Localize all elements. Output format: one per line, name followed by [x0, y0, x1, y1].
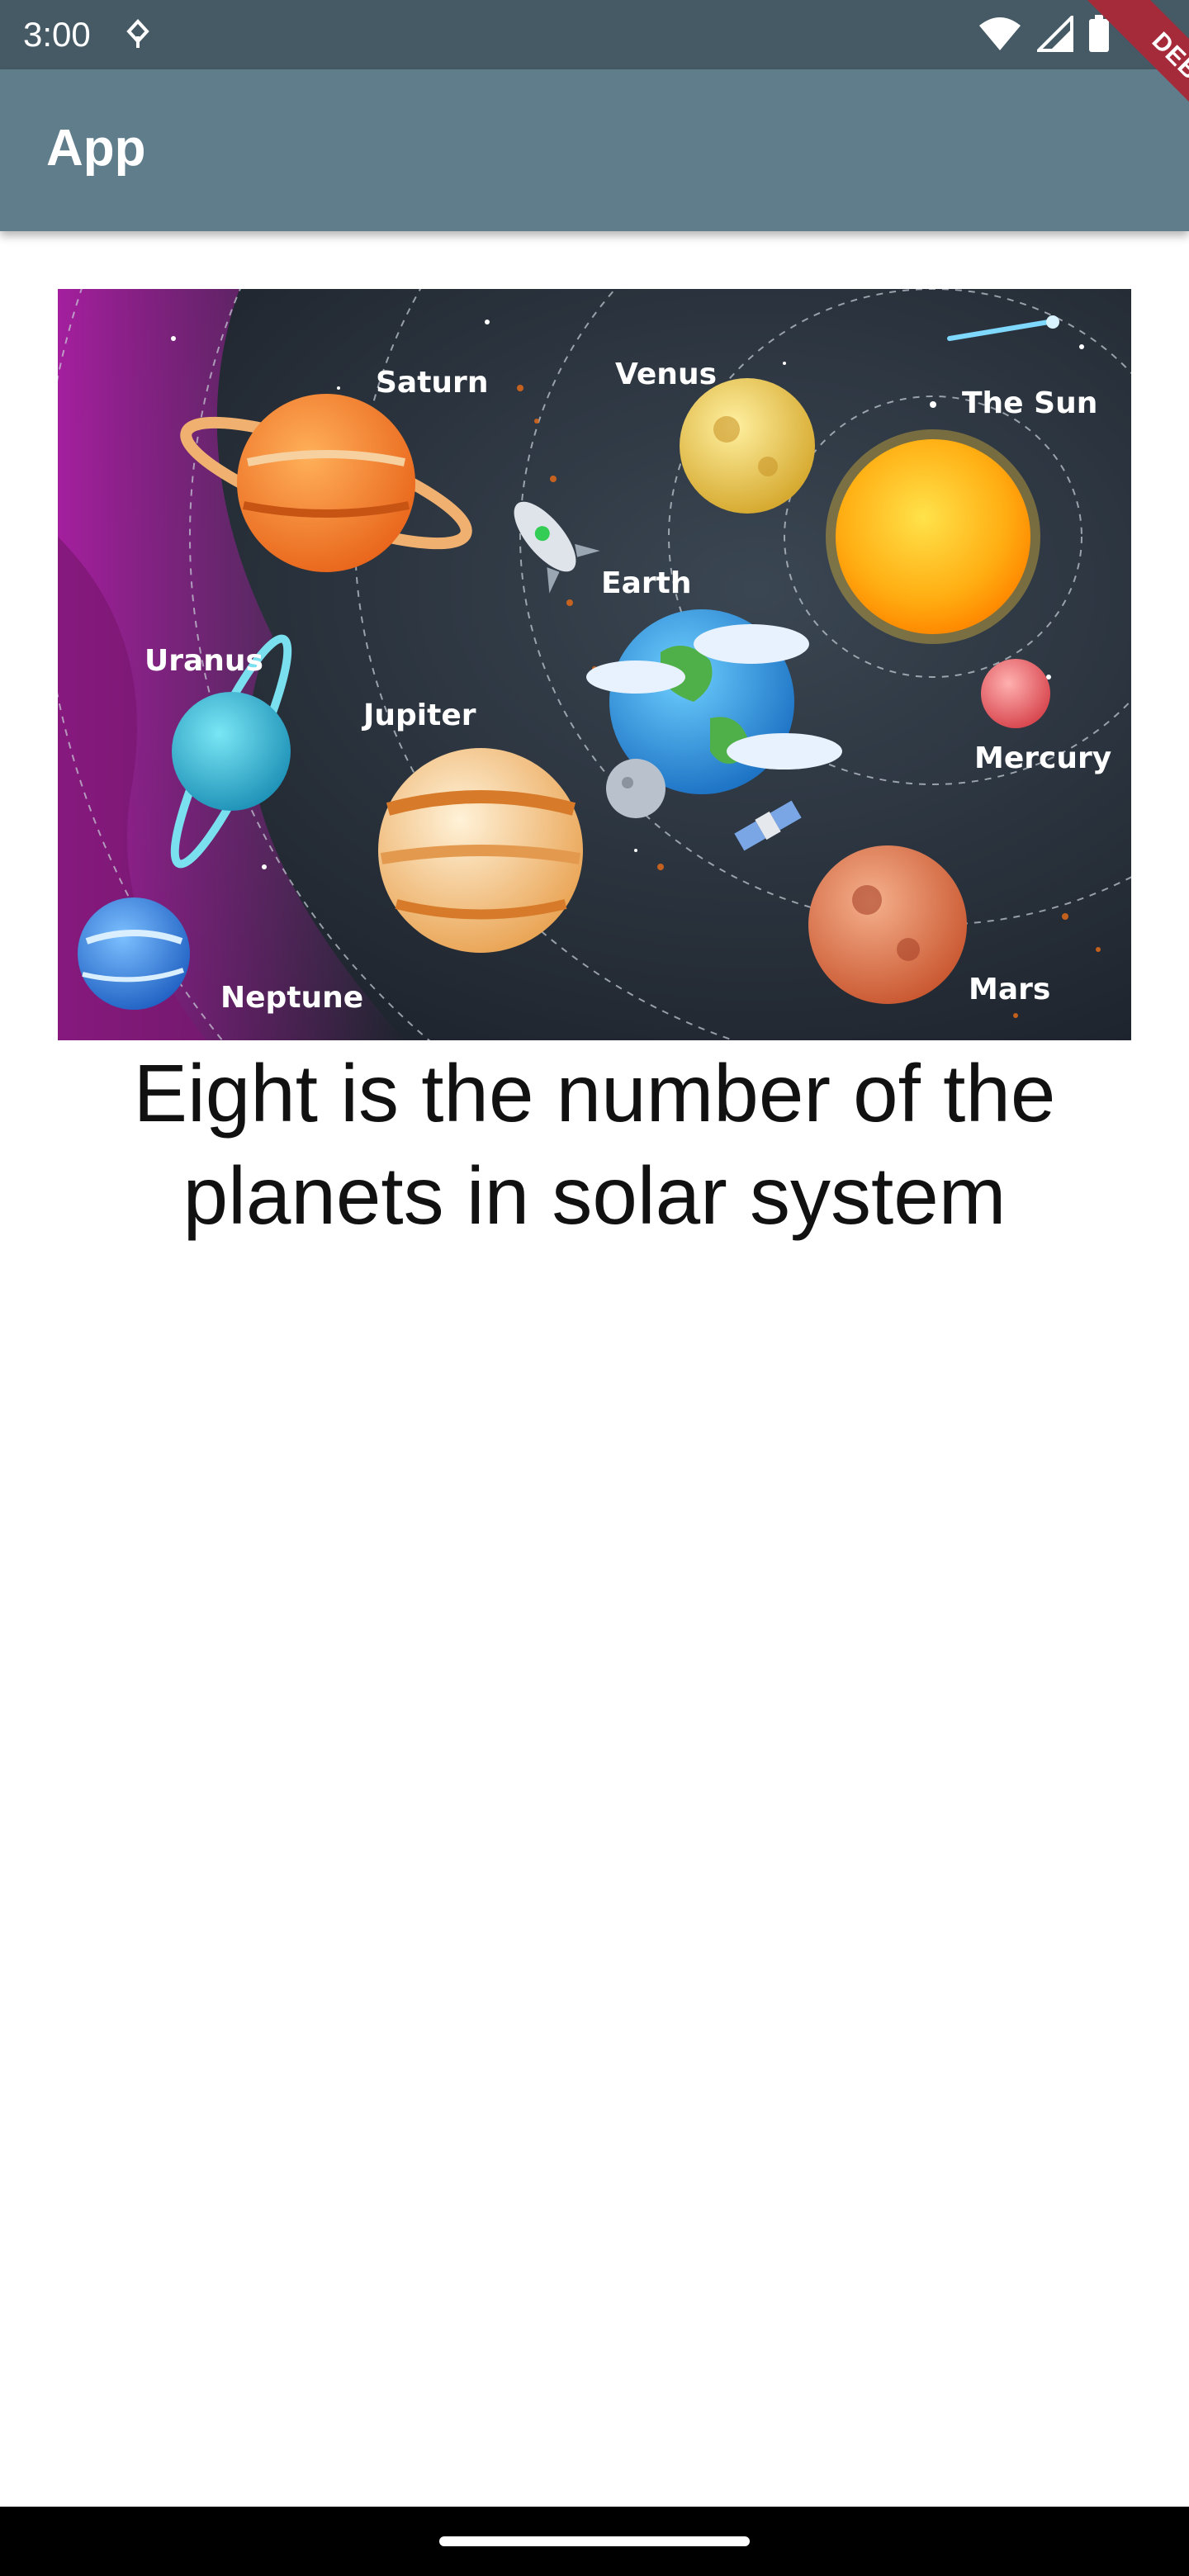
debug-ribbon-label: DEBUG [1068, 0, 1189, 182]
label-neptune: Neptune [220, 981, 363, 1015]
label-earth: Earth [601, 566, 691, 600]
label-sun: The Sun [962, 386, 1097, 420]
notification-icon [124, 18, 152, 55]
home-indicator[interactable] [439, 2536, 750, 2546]
label-uranus: Uranus [144, 644, 263, 678]
solar-system-image: Saturn Venus The Sun Earth Uranus Jupite… [58, 289, 1131, 1040]
page-title: App [46, 120, 146, 177]
navigation-bar [0, 2507, 1189, 2576]
status-time: 3:00 [23, 15, 91, 54]
caption-text: Eight is the number of the planets in so… [133, 1048, 1056, 1241]
label-mercury: Mercury [974, 741, 1111, 775]
label-jupiter: Jupiter [361, 698, 476, 732]
label-venus: Venus [615, 358, 717, 391]
label-mars: Mars [969, 973, 1050, 1006]
debug-banner: DEBUG [1007, 0, 1189, 182]
label-saturn: Saturn [376, 366, 488, 400]
